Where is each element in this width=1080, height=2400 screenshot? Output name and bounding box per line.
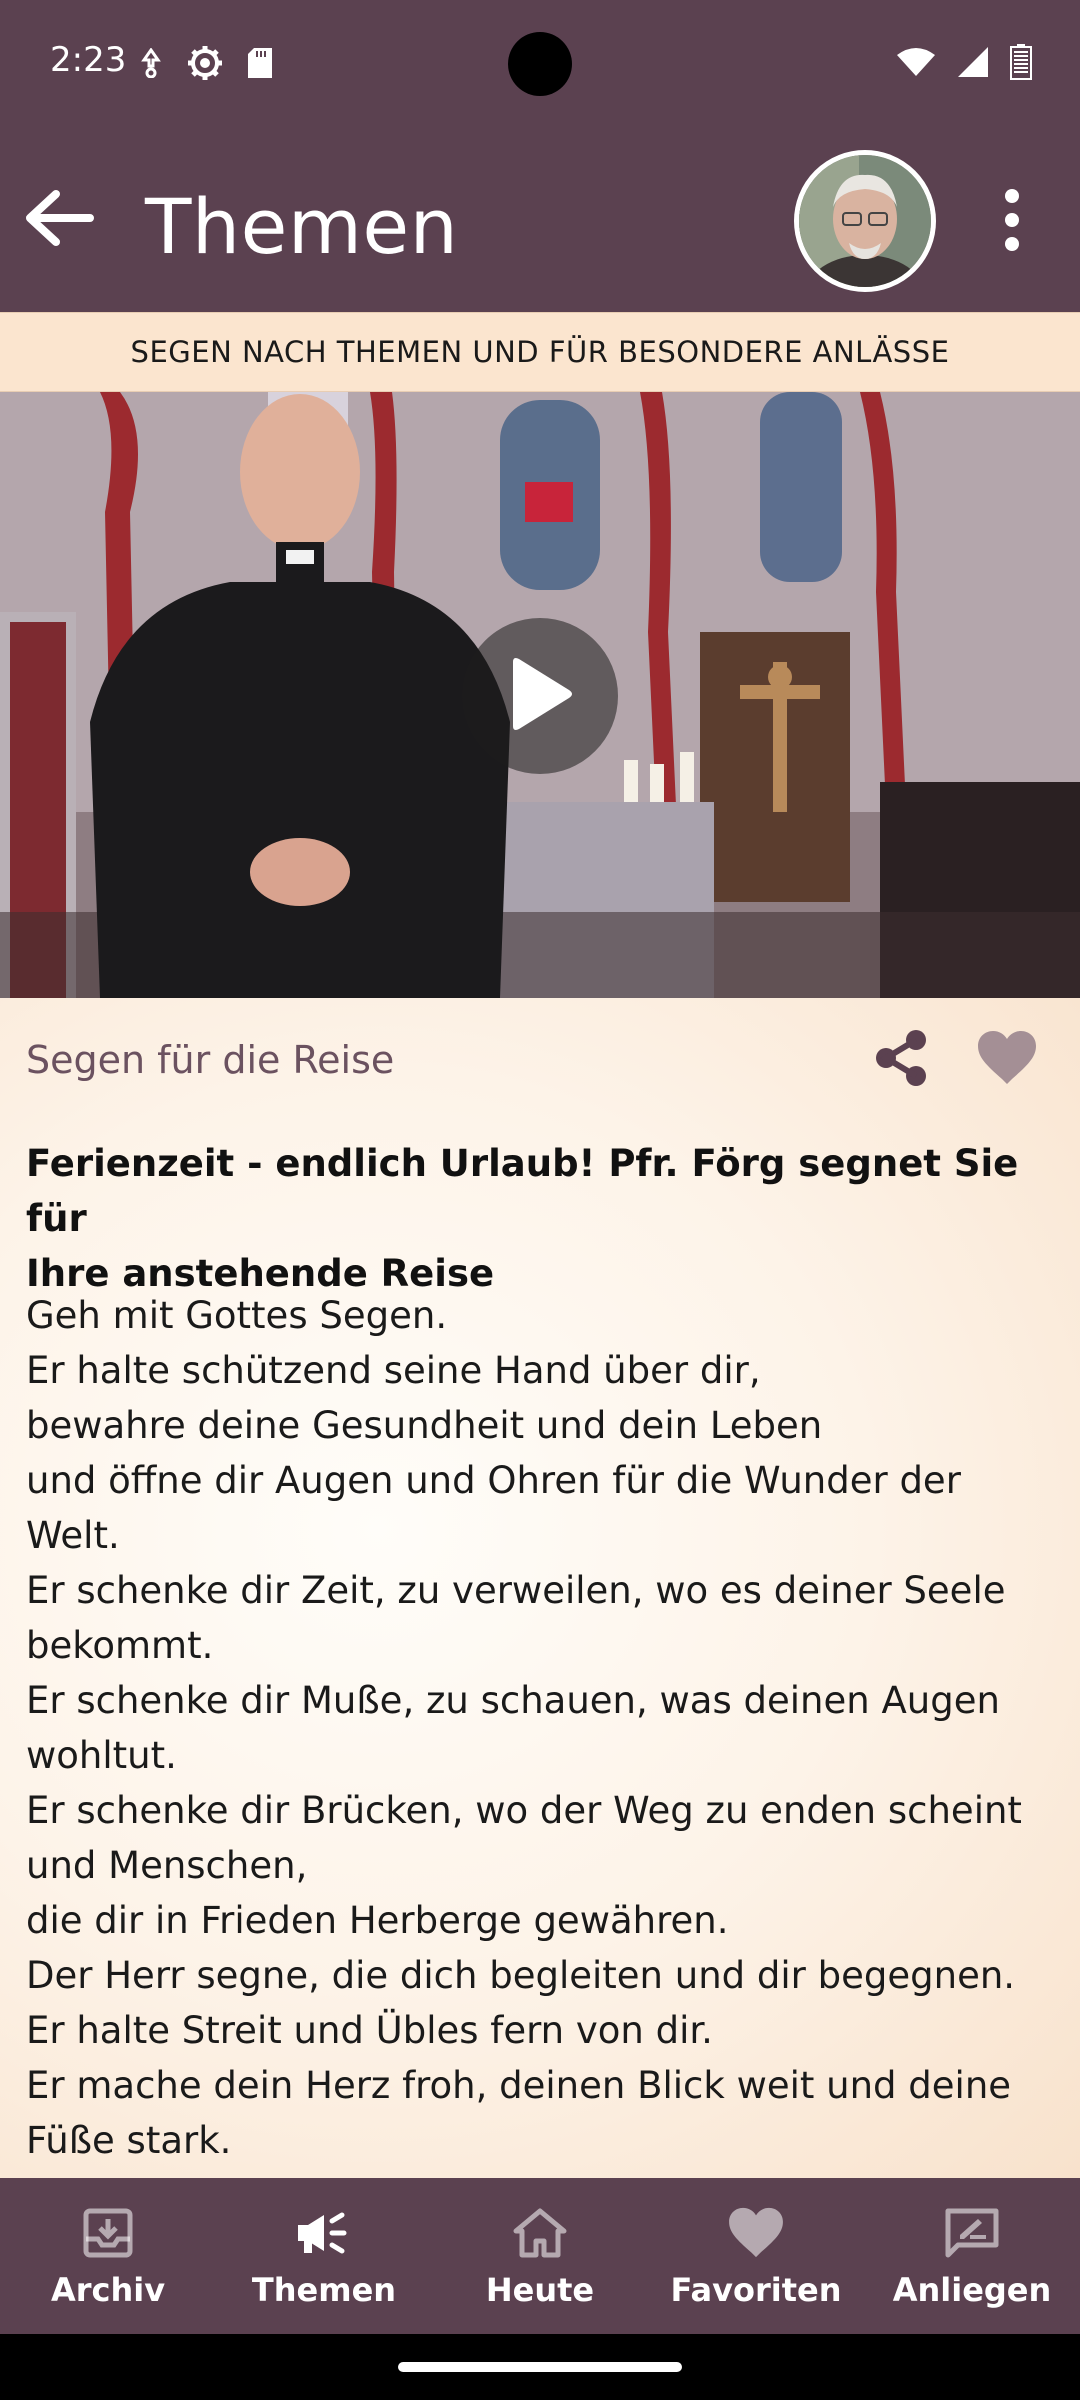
more-vert-icon — [1005, 237, 1019, 251]
feedback-icon — [942, 2203, 1002, 2263]
body-line: Er mache dein Herz froh, deinen Blick we… — [26, 2064, 1012, 2107]
nav-label: Favoriten — [670, 2271, 842, 2309]
back-button[interactable] — [20, 180, 100, 260]
heart-icon — [976, 1031, 1038, 1090]
body-line: die dir in Frieden Herberge gewähren. — [26, 1899, 729, 1942]
body-line: wohltut. — [26, 1734, 177, 1777]
camera-cutout — [508, 32, 572, 96]
more-vert-icon — [1005, 213, 1019, 227]
nav-label: Heute — [485, 2271, 595, 2309]
play-button[interactable] — [462, 618, 618, 774]
page-title: Themen — [145, 182, 459, 271]
heart-icon — [726, 2203, 786, 2263]
body-line: Füße stark. — [26, 2119, 232, 2162]
item-body: Geh mit Gottes Segen. Er halte schützend… — [26, 1288, 1056, 2168]
settings-icon — [186, 44, 224, 86]
video-player[interactable] — [0, 392, 1080, 998]
section-subheader: SEGEN NACH THEMEN UND FÜR BESONDERE ANLÄ… — [0, 312, 1080, 392]
body-line: Er schenke dir Zeit, zu verweilen, wo es… — [26, 1569, 1006, 1612]
body-line: bekommt. — [26, 1624, 214, 1667]
share-button[interactable] — [872, 1028, 932, 1088]
status-icons-right — [896, 44, 1032, 84]
nav-item-favoriten[interactable]: Favoriten — [648, 2178, 864, 2334]
signal-icon — [956, 46, 990, 82]
play-icon — [505, 656, 575, 736]
sd-card-icon — [246, 46, 274, 84]
body-line: Geh mit Gottes Segen. — [26, 1294, 448, 1337]
body-line: Er halte Streit und Übles fern von dir. — [26, 2009, 713, 2052]
app-bar: Themen — [0, 130, 1080, 312]
arrow-left-icon — [26, 190, 94, 250]
body-line: bewahre deine Gesundheit und dein Leben — [26, 1404, 823, 1447]
data-saver-icon — [138, 47, 164, 82]
status-time: 2:23 — [50, 40, 127, 80]
favorite-button[interactable] — [976, 1030, 1038, 1088]
home-gesture-handle[interactable] — [398, 2362, 682, 2372]
home-icon — [510, 2203, 570, 2263]
body-line: Der Herr segne, die dich begleiten und d… — [26, 1954, 1016, 1997]
bottom-navigation: Archiv Themen Heute Favoriten Anliegen — [0, 2178, 1080, 2334]
nav-item-heute[interactable]: Heute — [432, 2178, 648, 2334]
battery-icon — [1010, 44, 1032, 84]
blessing-content: Segen für die Reise Ferienzeit - endlich… — [0, 998, 1080, 2178]
item-category: Segen für die Reise — [26, 1038, 395, 1082]
item-headline: Ferienzeit - endlich Urlaub! Pfr. Förg s… — [26, 1136, 1046, 1301]
body-line: Er schenke dir Muße, zu schauen, was dei… — [26, 1679, 1000, 1722]
more-options-button[interactable] — [982, 180, 1042, 260]
more-vert-icon — [1005, 189, 1019, 203]
nav-item-anliegen[interactable]: Anliegen — [864, 2178, 1080, 2334]
status-icons-left — [138, 44, 274, 86]
archive-icon — [78, 2203, 138, 2263]
body-line: Welt. — [26, 1514, 120, 1557]
status-bar: 2:23 — [0, 0, 1080, 130]
nav-item-themen[interactable]: Themen — [216, 2178, 432, 2334]
gesture-navigation-area — [0, 2334, 1080, 2400]
body-line: Er halte schützend seine Hand über dir, — [26, 1349, 761, 1392]
headline-line: Ferienzeit - endlich Urlaub! Pfr. Förg s… — [26, 1142, 1019, 1240]
campaign-icon — [294, 2203, 354, 2263]
nav-label: Anliegen — [892, 2271, 1052, 2309]
avatar[interactable] — [794, 150, 936, 292]
nav-item-archiv[interactable]: Archiv — [0, 2178, 216, 2334]
wifi-icon — [896, 46, 936, 82]
body-line: und Menschen, — [26, 1844, 308, 1887]
body-line: Er schenke dir Brücken, wo der Weg zu en… — [26, 1789, 1022, 1832]
share-icon — [872, 1030, 932, 1092]
nav-label: Archiv — [50, 2271, 166, 2309]
body-line: und öffne dir Augen und Ohren für die Wu… — [26, 1459, 961, 1502]
nav-label: Themen — [251, 2271, 397, 2309]
